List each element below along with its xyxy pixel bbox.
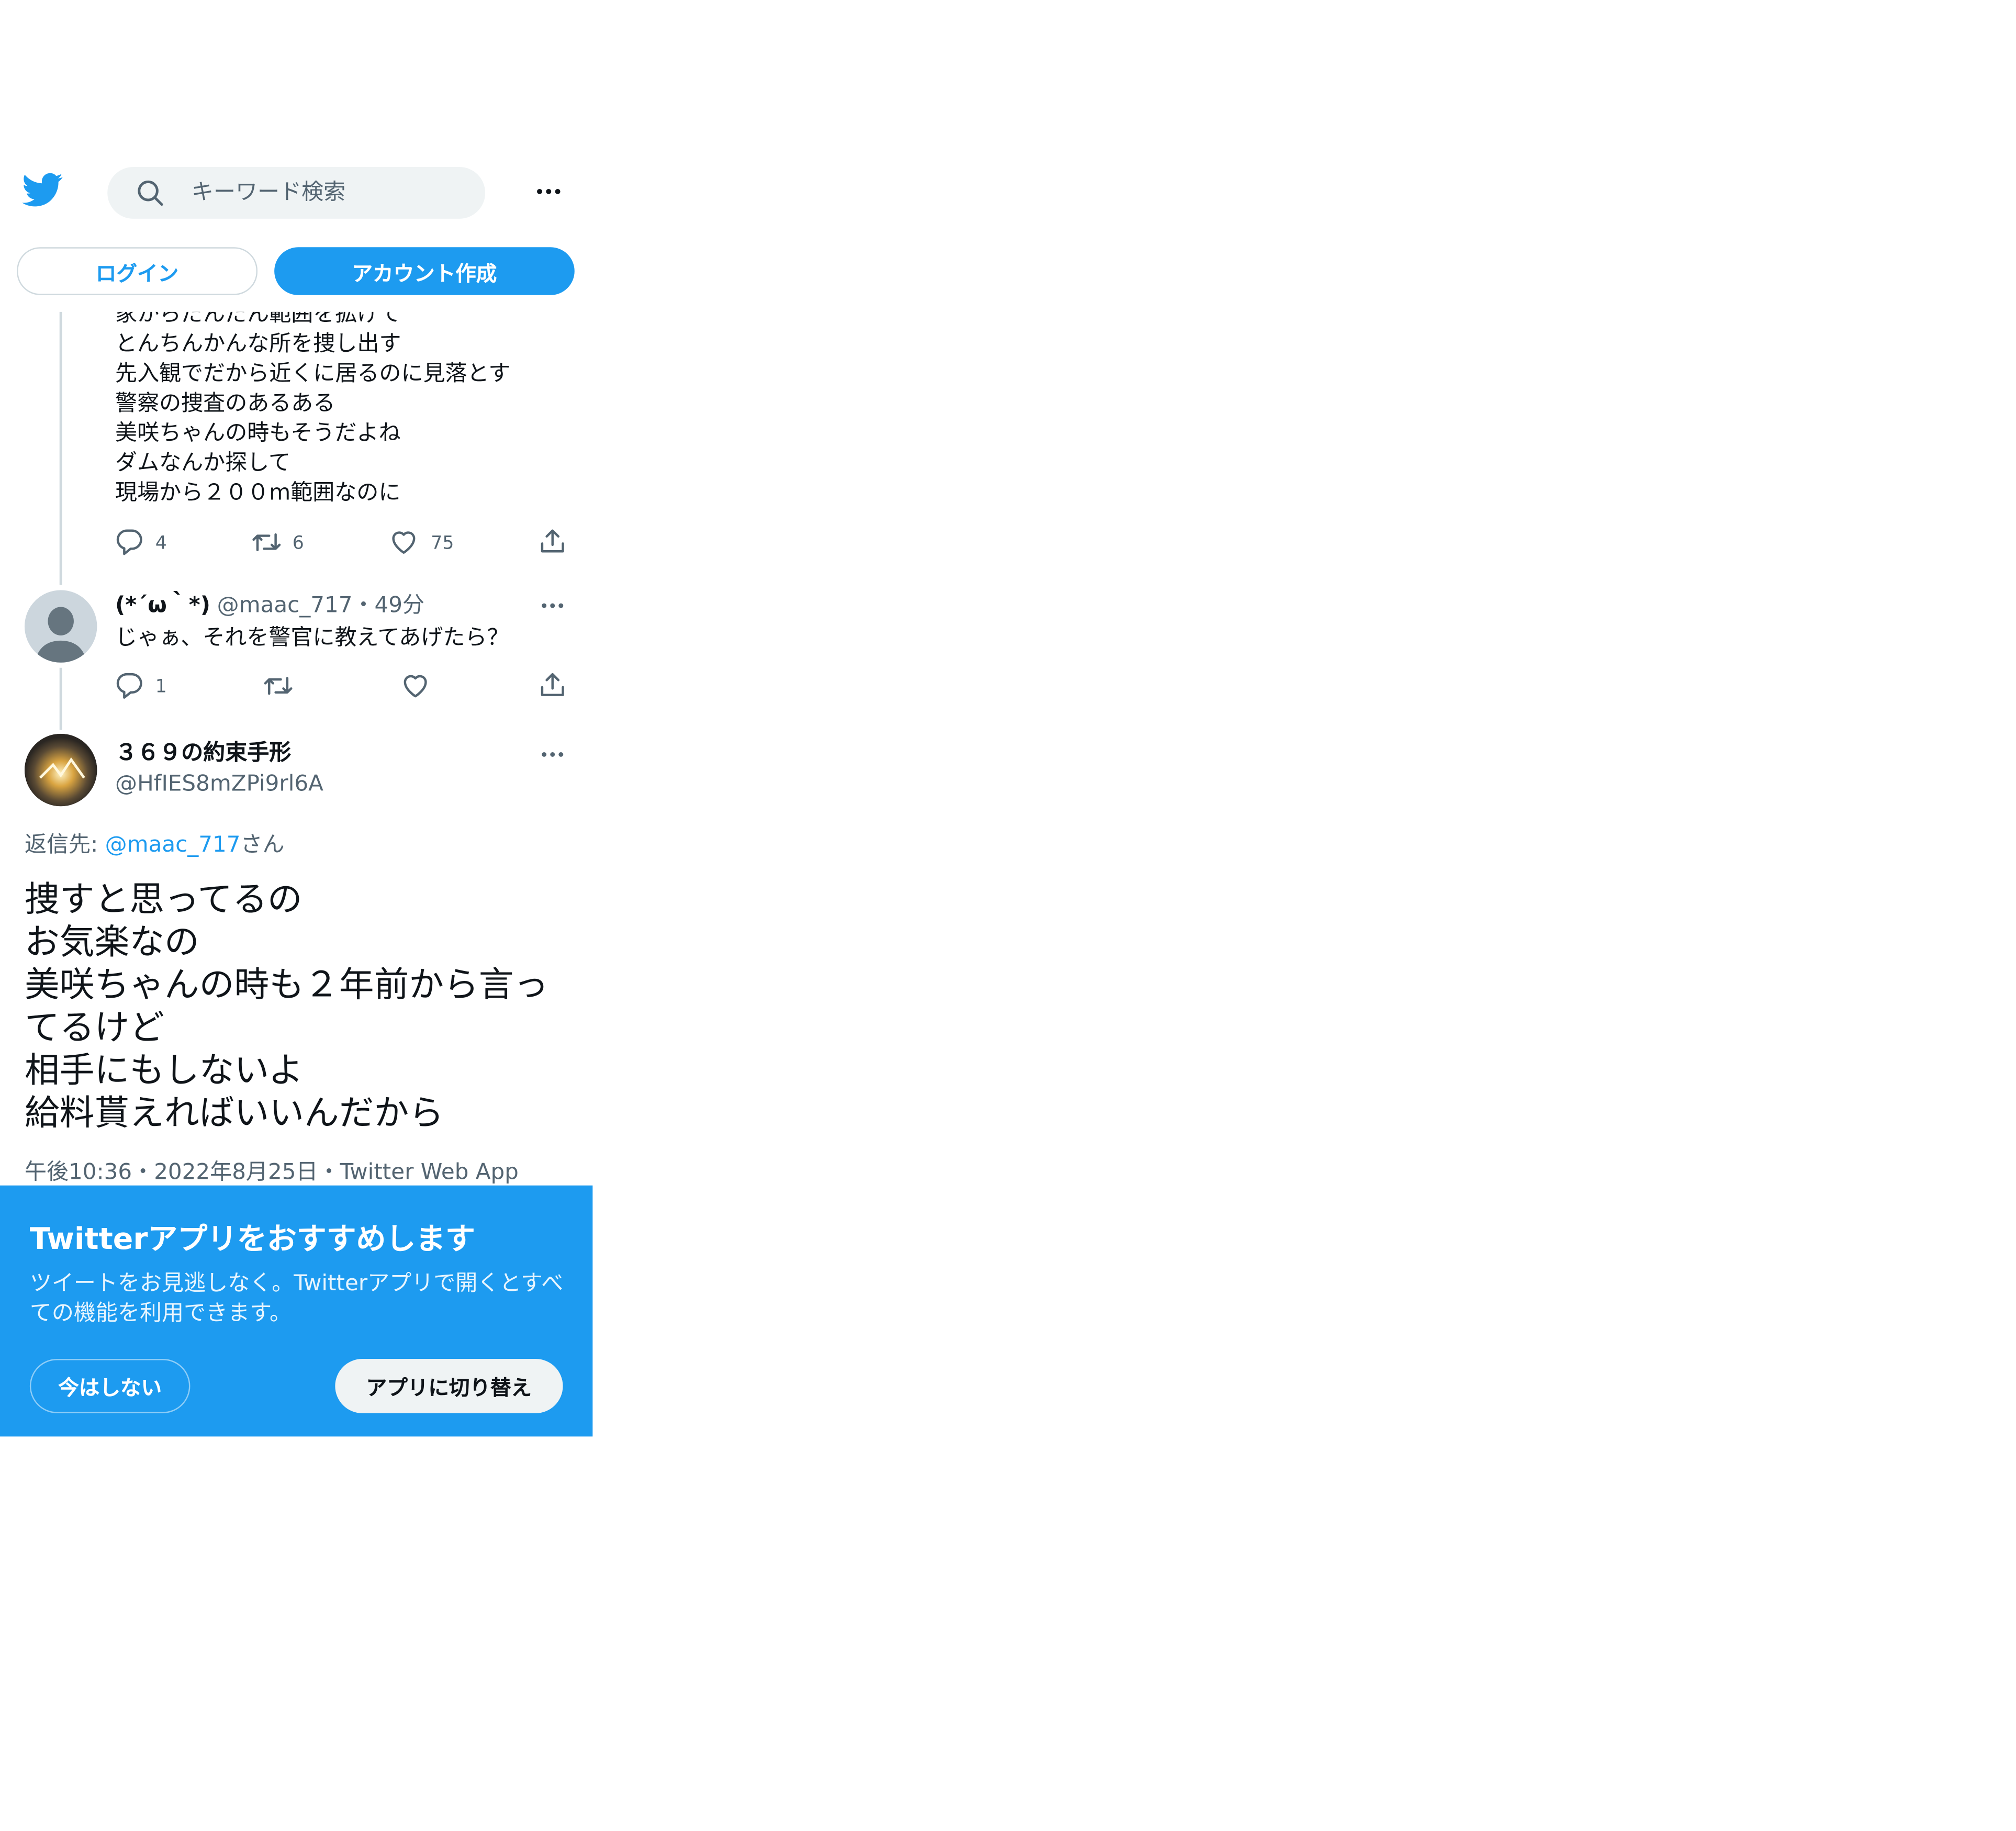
heart-icon[interactable] <box>389 528 418 556</box>
user-handle[interactable]: @HfIES8mZPi9rl6A <box>115 769 323 800</box>
switch-to-app-button[interactable]: アプリに切り替え <box>335 1359 563 1413</box>
header-mask <box>0 296 593 312</box>
main-tweet-text: 捜すと思ってるの お気楽なの 美咲ちゃんの時も２年前から言っ てるけど 相手にも… <box>25 879 548 1135</box>
retweet-icon[interactable] <box>251 528 282 556</box>
reply-icon[interactable] <box>115 528 143 556</box>
login-button[interactable]: ログイン <box>17 247 258 295</box>
search-placeholder: キーワード検索 <box>191 180 346 206</box>
thread-line <box>59 667 62 730</box>
signup-button[interactable]: アカウント作成 <box>274 247 575 295</box>
reply-icon[interactable] <box>115 672 143 700</box>
twitter-bird-icon[interactable] <box>22 172 63 208</box>
tweet-meta[interactable]: 午後10:36・2022年8月25日・Twitter Web App <box>25 1158 519 1187</box>
tweet-text-line: とんちんかんな所を捜し出す <box>115 331 401 358</box>
user-name[interactable]: ３６９の約束手形 <box>115 738 291 768</box>
tweet-text-line: 給料貰えればいいんだから <box>24 1093 444 1134</box>
share-icon[interactable] <box>539 527 567 555</box>
parent-tweet-text: 家からだんだん範囲を拡げて とんちんかんな所を捜し出す 先入観でだから近くに居る… <box>115 300 510 509</box>
like-count: 75 <box>431 533 454 554</box>
tweet-text-line: 警察の捜査のあるある <box>115 390 335 417</box>
avatar[interactable] <box>24 590 97 663</box>
more-dots-icon[interactable] <box>540 745 565 764</box>
reply-header: (*´ω｀*) @maac_717・49分 <box>115 590 424 621</box>
reply-text: じゃぁ、それを警官に教えてあげたら？ <box>115 625 509 651</box>
tweet-text-line: 先入観でだから近くに居るのに見落とす <box>115 361 511 387</box>
retweet-count: 6 <box>292 533 304 554</box>
tweet-text-line: ダムなんか探して <box>115 450 291 476</box>
user-name[interactable]: (*´ω｀*) <box>115 593 210 618</box>
banner-title: Twitterアプリをおすすめします <box>29 1223 475 1257</box>
user-handle[interactable]: @maac_717 <box>217 593 353 618</box>
not-now-button[interactable]: 今はしない <box>29 1359 191 1413</box>
banner-description: ツイートをお見逃しなく。Twitterアプリで開くとすべ <box>29 1270 564 1297</box>
tweet-text-line: 相手にもしないよ <box>24 1051 304 1091</box>
thread-line <box>59 310 62 585</box>
search-icon <box>136 178 164 207</box>
tweet-text-line: 美咲ちゃんの時もそうだよね <box>115 420 401 446</box>
tweet-text-line: お気楽なの <box>24 922 199 963</box>
tweet-text-line: 現場から２００m範囲なのに <box>115 480 401 506</box>
reply-to-link[interactable]: @maac_717 <box>105 832 241 858</box>
separator: ・ <box>352 593 375 619</box>
tweet-text-line: 捜すと思ってるの <box>24 880 303 920</box>
reply-to-suffix: さん <box>240 832 285 858</box>
reply-count: 4 <box>155 533 167 554</box>
avatar[interactable] <box>24 733 97 807</box>
share-icon[interactable] <box>539 671 567 699</box>
tweet-text-line: てるけど <box>24 1008 164 1048</box>
reply-to: 返信先: @maac_717さん <box>25 830 285 861</box>
more-dots-icon[interactable] <box>534 181 563 202</box>
heart-icon[interactable] <box>401 672 429 700</box>
reply-to-prefix: 返信先: <box>24 832 105 858</box>
reply-count: 1 <box>155 677 167 698</box>
tweet-time[interactable]: 49分 <box>375 593 425 618</box>
tweet-text-line: 美咲ちゃんの時も２年前から言っ <box>24 965 549 1006</box>
banner-description: ての機能を利用できます。 <box>29 1300 292 1327</box>
more-dots-icon[interactable] <box>540 597 565 615</box>
retweet-icon[interactable] <box>263 672 294 700</box>
